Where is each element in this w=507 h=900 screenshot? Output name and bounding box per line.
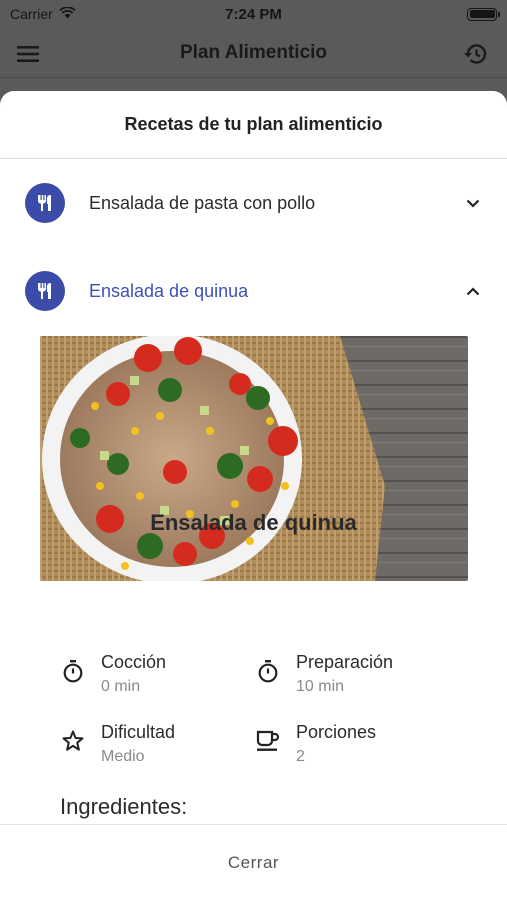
stat-value: 2 [296,748,305,765]
stat-dificultad: Dificultad Medio [60,720,175,770]
stat-value: 0 min [101,678,141,695]
recipe-label: Ensalada de pasta con pollo [89,192,316,213]
recipe-photo [40,336,468,581]
wifi-icon [59,6,76,22]
ingredients-heading: Ingredientes: [60,794,188,819]
stat-coccion: Cocción 0 min [60,650,166,700]
recipes-sheet: Recetas de tu plan alimenticio Ensalada … [0,91,507,900]
stat-value: Medio [101,748,145,765]
hamburger-menu-icon[interactable] [14,40,42,68]
clock: 7:24 PM [225,5,282,23]
timer-icon [60,658,86,684]
sheet-title: Recetas de tu plan alimenticio [0,91,507,159]
recipe-label: Ensalada de quinua [89,280,249,301]
carrier-label: Carrier [10,6,53,22]
history-icon[interactable] [461,40,489,68]
stat-label: Cocción [101,652,167,672]
cup-icon [255,728,281,754]
sheet-footer: Cerrar [0,824,507,900]
page-title: Plan Alimenticio [179,41,328,63]
timer-icon [255,658,281,684]
app-header: Plan Alimenticio [0,28,507,78]
battery-icon [467,7,500,21]
fork-knife-icon [25,183,65,223]
star-icon [60,728,86,754]
recipe-item-pasta[interactable]: Ensalada de pasta con pollo [0,159,507,247]
stat-label: Dificultad [101,722,176,742]
battery-level [469,10,495,18]
fork-knife-icon [25,271,65,311]
stat-label: Preparación [296,652,394,672]
chevron-up-icon[interactable] [462,280,484,302]
stat-label: Porciones [296,722,377,742]
stat-porciones: Porciones 2 [255,720,376,770]
recipe-item-quinua[interactable]: Ensalada de quinua [0,247,507,335]
recipe-title: Ensalada de quinua [150,510,357,535]
close-button[interactable]: Cerrar [198,843,309,883]
status-bar: Carrier 7:24 PM [0,0,507,28]
chevron-down-icon[interactable] [462,192,484,214]
stat-value: 10 min [296,678,345,695]
stat-preparacion: Preparación 10 min [255,650,393,700]
